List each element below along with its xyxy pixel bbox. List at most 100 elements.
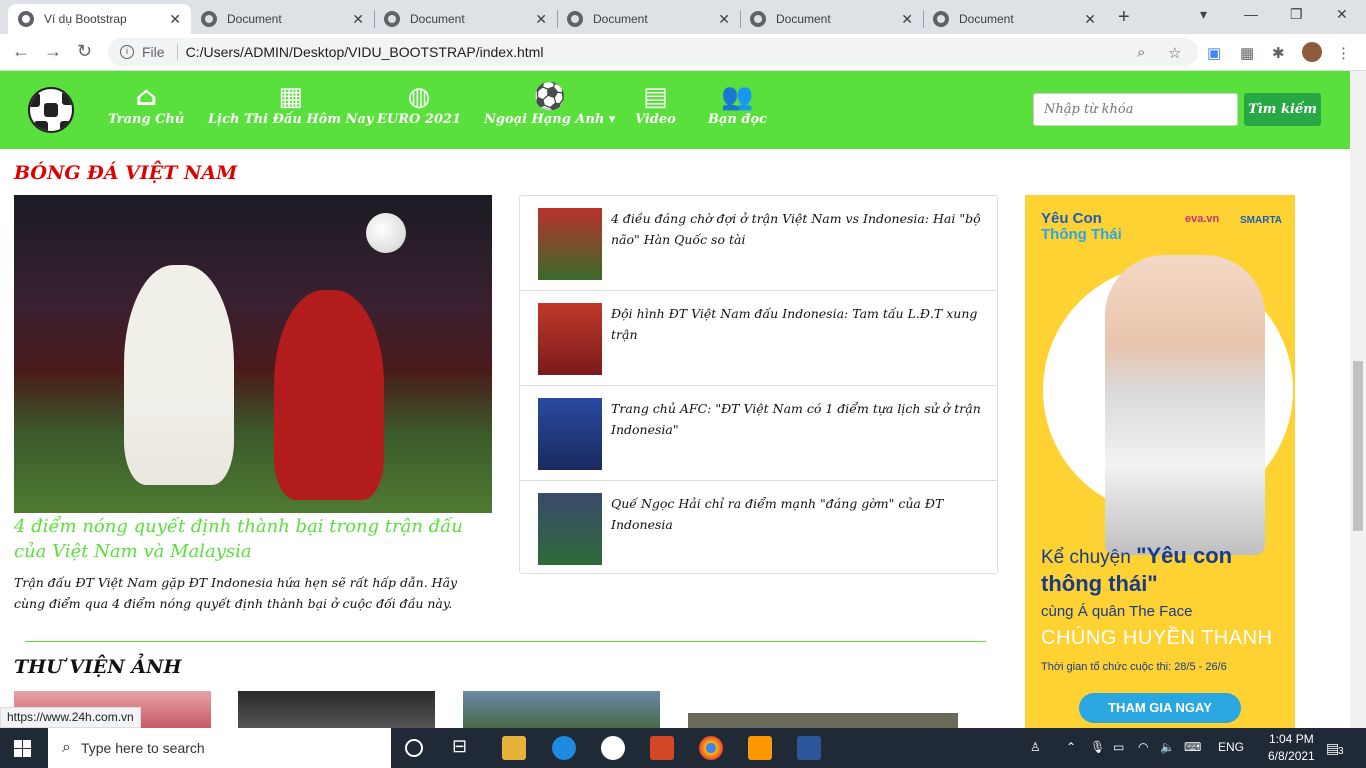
task-view-icon[interactable]: ⊟ [452,736,476,760]
news-item[interactable]: Đội hình ĐT Việt Nam đấu Indonesia: Tam … [520,291,997,386]
zoom-icon[interactable]: ⌕ [1137,44,1145,61]
ad-brand: Yêu Con Thông Thái [1041,211,1122,243]
player-red-shape [274,290,384,500]
browser-tab-active[interactable]: Ví dụ Bootstrap ✕ [8,4,191,34]
news-item[interactable]: 4 điều đáng chờ đợi ở trận Việt Nam vs I… [520,196,997,291]
nav-readers[interactable]: 👥 Bạn đọc [708,82,767,127]
news-headline[interactable]: 4 điều đáng chờ đợi ở trận Việt Nam vs I… [611,208,981,250]
menu-icon[interactable]: ⋮ [1336,44,1351,62]
browser-tab[interactable]: Document ✕ [923,4,1106,34]
gallery-image[interactable] [688,713,958,728]
status-url-bubble: https://www.24h.com.vn [0,707,141,728]
news-headline[interactable]: Trang chủ AFC: "ĐT Việt Nam có 1 điểm tự… [611,398,981,440]
apps-grid-icon[interactable]: ▦ [1240,44,1254,62]
zalo-icon[interactable] [601,736,625,760]
hero-image[interactable] [14,195,492,513]
clock-time: 1:04 PM [1269,732,1314,746]
news-item[interactable]: Quế Ngọc Hải chỉ ra điểm mạnh "đáng gờm"… [520,481,997,576]
profile-avatar[interactable] [1302,42,1322,62]
browser-tab[interactable]: Document ✕ [191,4,374,34]
football-logo-icon[interactable] [28,87,74,133]
browser-tab[interactable]: Document ✕ [374,4,557,34]
nav-euro[interactable]: ◍ EURO 2021 [377,82,461,127]
url-text[interactable]: C:/Users/ADMIN/Desktop/VIDU_BOOTSTRAP/in… [186,44,544,60]
search-button[interactable]: Tìm kiếm [1244,93,1321,126]
scrollbar-thumb[interactable] [1353,361,1363,531]
forward-icon[interactable]: → [44,41,62,62]
close-icon[interactable]: ✕ [535,11,547,28]
nav-label: Bạn đọc [708,112,768,127]
gallery-image[interactable] [463,691,660,728]
close-icon[interactable]: ✕ [1084,11,1096,28]
battery-icon[interactable]: ▭ [1113,740,1124,754]
wifi-icon[interactable]: ◠ [1138,740,1148,754]
globe-icon [567,11,583,27]
ad-line: Kể chuyện "Yêu con [1041,543,1232,569]
people-icon[interactable]: ♙ [1030,740,1041,754]
clock-date: 6/8/2021 [1268,749,1315,763]
ad-model-image [1105,255,1265,555]
nav-video[interactable]: ▤ Video [635,82,676,127]
close-icon[interactable]: ✕ [169,11,181,28]
tab-title: Document [410,12,465,26]
language-indicator[interactable]: ENG [1218,740,1244,754]
nav-premier-league-dropdown[interactable]: ⚽ Ngoại Hạng Anh ▾ [484,82,615,127]
address-bar[interactable]: i File C:/Users/ADMIN/Desktop/VIDU_BOOTS… [108,38,1198,66]
word-icon[interactable] [797,736,821,760]
tab-search-icon[interactable]: ▾ [1200,6,1207,23]
news-thumbnail[interactable] [538,398,602,470]
bookmark-star-icon[interactable]: ☆ [1168,44,1181,62]
news-thumbnail[interactable] [538,303,602,375]
extensions-icon[interactable]: ✱ [1272,44,1285,62]
close-icon[interactable]: ✕ [901,11,913,28]
tab-title: Document [593,12,648,26]
translate-icon[interactable]: ▣ [1207,44,1221,62]
chrome-icon[interactable] [699,736,723,760]
new-tab-button[interactable]: + [1118,6,1130,29]
nav-label: Trang Chủ [108,112,185,127]
sublime-text-icon[interactable] [748,736,772,760]
section-title-gallery: THƯ VIỆN ẢNH [14,656,182,678]
windows-start-icon[interactable] [14,740,32,758]
hero-headline-link[interactable]: 4 điểm nóng quyết định thành bại trong t… [14,514,492,564]
reload-icon[interactable]: ↻ [77,41,92,62]
volume-icon[interactable]: 🔈 [1160,740,1175,754]
cortana-icon[interactable] [405,739,423,757]
news-thumbnail[interactable] [538,208,602,280]
ad-banner[interactable]: Yêu Con Thông Thái eva.vn SMARTA Kể chuy… [1025,195,1295,728]
microphone-icon[interactable]: 🎙 [1090,740,1105,754]
news-thumbnail[interactable] [538,493,602,565]
vertical-scrollbar[interactable] [1350,71,1366,728]
taskbar-search-placeholder: Type here to search [80,740,205,756]
search-input[interactable] [1033,93,1238,126]
news-headline[interactable]: Đội hình ĐT Việt Nam đấu Indonesia: Tam … [611,303,981,345]
news-item[interactable]: Trang chủ AFC: "ĐT Việt Nam có 1 điểm tự… [520,386,997,481]
news-headline[interactable]: Quế Ngọc Hải chỉ ra điểm mạnh "đáng gờm"… [611,493,981,535]
back-icon[interactable]: ← [12,41,30,62]
nav-home[interactable]: ⌂ Trang Chủ [108,82,184,127]
info-icon[interactable]: i [120,45,134,59]
clock[interactable]: 1:04 PM 6/8/2021 [1268,731,1315,765]
show-hidden-icons[interactable]: ⌃ [1066,740,1076,754]
windows-taskbar: ⌕ Type here to search ⊟ ♙ ⌃ 🎙 ▭ ◠ 🔈 ⌨ EN… [0,728,1366,768]
browser-tab[interactable]: Document ✕ [557,4,740,34]
keyboard-icon[interactable]: ⌨ [1184,740,1201,754]
file-explorer-icon[interactable] [502,736,526,760]
gallery-image[interactable] [238,691,435,728]
browser-tab[interactable]: Document ✕ [740,4,923,34]
globe-icon [201,11,217,27]
tab-title: Document [776,12,831,26]
football-icon: ⚽ [533,82,566,112]
restore-icon[interactable]: ❐ [1290,6,1303,23]
taskbar-search-box[interactable]: ⌕ Type here to search [48,728,391,768]
hero-description: Trận đấu ĐT Việt Nam gặp ĐT Indonesia hứ… [14,575,458,611]
nav-schedule[interactable]: ▦ Lịch Thi Đấu Hôm Nay [208,82,373,127]
close-icon[interactable]: ✕ [718,11,730,28]
window-close-icon[interactable]: ✕ [1336,6,1348,23]
close-icon[interactable]: ✕ [352,11,364,28]
powerpoint-icon[interactable] [650,736,674,760]
ad-cta-button[interactable]: THAM GIA NGAY [1079,693,1241,723]
ad-brand-line: Yêu Con [1041,210,1102,227]
minimize-icon[interactable]: — [1244,6,1258,22]
edge-icon[interactable] [552,736,576,760]
